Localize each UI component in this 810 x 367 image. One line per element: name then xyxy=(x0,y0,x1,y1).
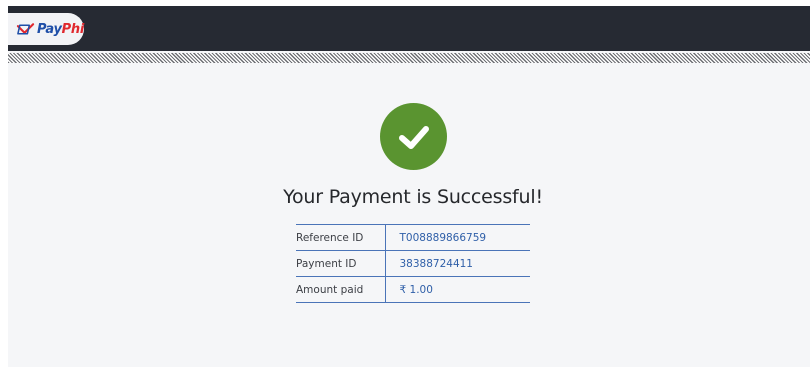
brand-name-pay: Pay xyxy=(37,21,62,37)
striped-divider xyxy=(8,53,810,63)
checkmark-icon xyxy=(398,125,429,149)
check-circle-icon xyxy=(380,103,447,170)
status-title: Your Payment is Successful! xyxy=(283,186,543,208)
table-row: Amount paid ₹ 1.00 xyxy=(296,276,530,303)
page-frame: PayPhi Your Payment is Successful! Refer… xyxy=(8,6,810,367)
payment-details-table: Reference ID T008889866759 Payment ID 38… xyxy=(296,224,530,303)
amount-paid-label: Amount paid xyxy=(296,276,386,303)
amount-paid-value: ₹ 1.00 xyxy=(385,276,530,303)
brand-name: PayPhi xyxy=(37,22,84,37)
payphi-logo-icon xyxy=(16,23,35,35)
brand-logo[interactable]: PayPhi xyxy=(8,13,84,45)
top-bar: PayPhi xyxy=(8,6,810,51)
reference-id-label: Reference ID xyxy=(296,224,386,251)
reference-id-value: T008889866759 xyxy=(385,224,530,251)
table-row: Payment ID 38388724411 xyxy=(296,250,530,277)
status-title-wrap: Your Payment is Successful! xyxy=(230,186,596,208)
payment-id-value: 38388724411 xyxy=(385,250,530,277)
payment-id-label: Payment ID xyxy=(296,250,386,277)
brand-name-phi: Phi xyxy=(61,21,85,37)
table-row: Reference ID T008889866759 xyxy=(296,224,530,251)
